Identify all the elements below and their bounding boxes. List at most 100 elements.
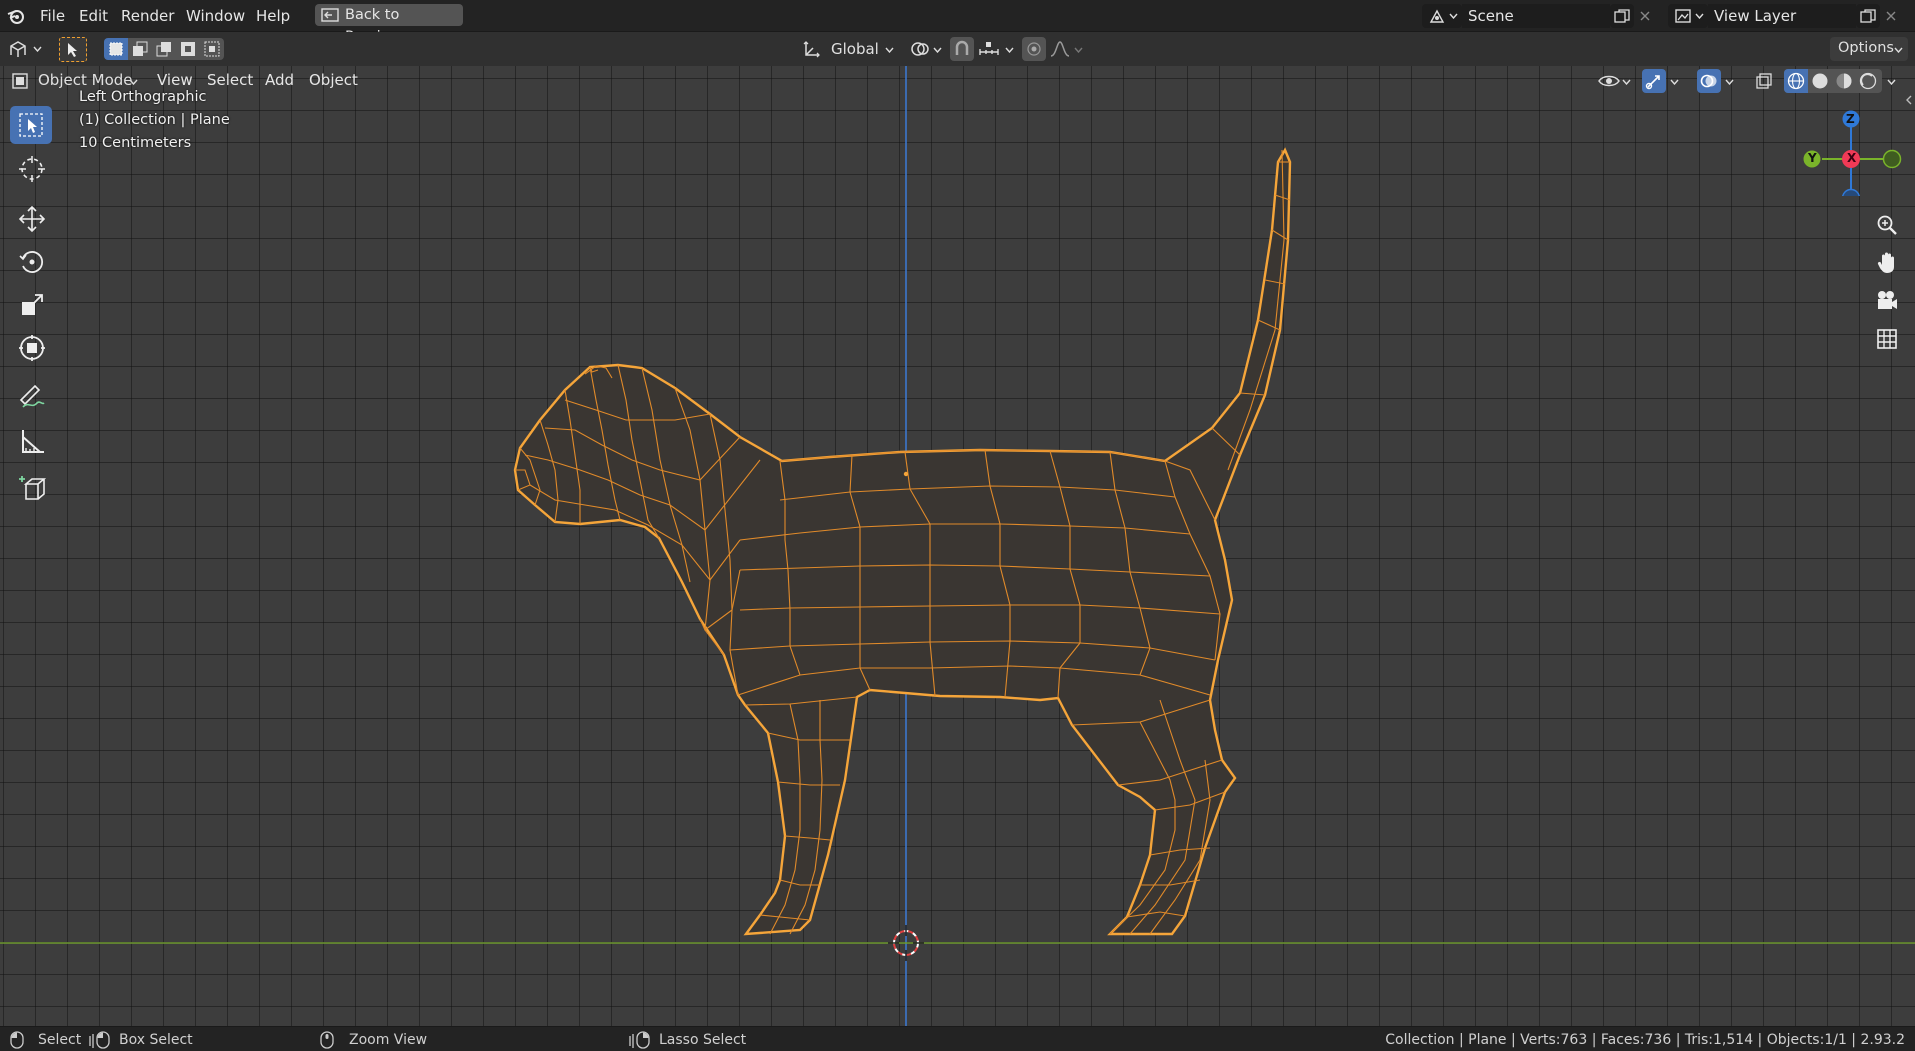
solid-sphere-icon — [1812, 73, 1828, 89]
object-mode-icon — [12, 73, 28, 89]
shading-solid-button[interactable] — [1808, 69, 1832, 93]
transform-orientation-dropdown[interactable]: Global — [800, 37, 898, 61]
select-mode-extend-button[interactable] — [128, 38, 152, 60]
tool-add-cube[interactable] — [10, 469, 52, 507]
view-layer-browse-button[interactable] — [1668, 4, 1708, 28]
shading-wireframe-button[interactable] — [1784, 69, 1808, 93]
proportional-falloff-dropdown[interactable] — [1048, 37, 1086, 61]
menu-file[interactable]: File — [40, 6, 65, 26]
status-box-select-hint: Box Select — [119, 1032, 193, 1048]
zoom-view-button[interactable] — [1872, 210, 1902, 240]
viewport-menu-object[interactable]: Object — [303, 68, 364, 92]
mouse-drag-right-icon — [629, 1031, 650, 1049]
shading-rendered-button[interactable] — [1856, 69, 1882, 93]
menu-help[interactable]: Help — [256, 6, 290, 26]
shading-dropdown[interactable] — [1884, 69, 1900, 93]
toolbar — [3, 106, 55, 582]
collection-info-text: (1) Collection | Plane — [79, 112, 230, 128]
select-difference-icon — [181, 42, 195, 56]
tool-annotate[interactable] — [10, 378, 52, 416]
chevron-down-icon — [1622, 79, 1631, 85]
magnet-icon — [955, 40, 969, 55]
3d-viewport[interactable]: Object Mode View Select Add Object Left … — [0, 66, 1915, 1026]
view-name-text: Left Orthographic — [79, 89, 207, 105]
chevron-down-icon — [933, 47, 942, 53]
select-mode-difference-button[interactable] — [176, 38, 200, 60]
proportional-editing-toggle[interactable] — [1022, 37, 1046, 61]
select-set-icon — [109, 42, 123, 56]
cursor-arrow-icon — [68, 43, 77, 57]
gizmo-icon — [1645, 75, 1660, 90]
overlays-toggle[interactable] — [1697, 69, 1721, 93]
chevron-down-icon — [1695, 13, 1704, 19]
tool-move[interactable] — [10, 200, 52, 238]
pivot-point-dropdown[interactable] — [908, 37, 944, 61]
gizmo-toggle[interactable] — [1642, 69, 1666, 93]
xray-toggle[interactable] — [1752, 69, 1776, 93]
wireframe-sphere-icon — [1787, 72, 1805, 90]
object-visibility-dropdown[interactable] — [1596, 68, 1632, 94]
viewport-menu-add[interactable]: Add — [259, 68, 300, 92]
status-bar: Select Box Select Zoom View Lasso Select… — [0, 1026, 1915, 1051]
menu-edit[interactable]: Edit — [79, 6, 108, 26]
chevron-down-icon — [1005, 47, 1014, 53]
gizmo-x-label: X — [1847, 151, 1857, 165]
options-dropdown[interactable]: Options — [1830, 37, 1908, 61]
select-mode-intersect-button[interactable] — [200, 38, 224, 60]
navigation-gizmo[interactable]: Z Y X — [1800, 106, 1906, 196]
proportional-edit-icon — [1027, 42, 1041, 56]
close-icon — [1640, 11, 1650, 21]
editor-type-button[interactable] — [6, 38, 44, 60]
select-mode-subtract-button[interactable] — [152, 38, 176, 60]
sidebar-toggle[interactable] — [1902, 92, 1914, 108]
tool-cursor[interactable] — [10, 150, 52, 188]
move-arrows-icon — [18, 205, 46, 233]
chevron-down-icon — [1670, 79, 1679, 85]
rendered-sphere-icon — [1859, 72, 1877, 90]
snap-target-dropdown[interactable] — [976, 37, 1016, 61]
close-icon — [1886, 11, 1896, 21]
toggle-perspective-button[interactable] — [1872, 324, 1902, 354]
gizmo-z-label: Z — [1846, 112, 1855, 126]
tool-transform[interactable] — [10, 329, 52, 367]
grid-icon — [1877, 329, 1897, 349]
xray-icon — [1756, 73, 1772, 89]
active-tool-button[interactable] — [59, 37, 87, 62]
chevron-down-icon — [129, 79, 138, 85]
select-mode-set-button[interactable] — [104, 38, 128, 60]
back-to-previous-button[interactable]: Back to Previous — [315, 4, 463, 45]
new-scene-button[interactable] — [1610, 4, 1634, 28]
chevron-down-icon — [1074, 47, 1083, 53]
menu-render[interactable]: Render — [121, 6, 174, 26]
scene-browse-button[interactable] — [1422, 4, 1462, 28]
chevron-down-icon — [1449, 13, 1458, 19]
delete-view-layer-button[interactable] — [1882, 4, 1902, 28]
mode-label: Object Mode — [38, 71, 133, 89]
select-subtract-icon — [156, 42, 171, 57]
delete-scene-button[interactable] — [1636, 4, 1656, 28]
selection-mode-group — [104, 38, 224, 60]
select-extend-icon — [133, 41, 148, 56]
tool-rotate[interactable] — [10, 243, 52, 281]
tool-select-box[interactable] — [10, 106, 52, 144]
overlays-dropdown[interactable] — [1722, 69, 1738, 93]
back-arrow-icon — [321, 8, 339, 22]
chevron-down-icon — [33, 46, 42, 52]
tool-measure[interactable] — [10, 422, 52, 460]
select-box-icon — [19, 113, 43, 137]
pan-view-button[interactable] — [1872, 248, 1902, 278]
camera-view-button[interactable] — [1872, 286, 1902, 316]
gizmo-dropdown[interactable] — [1667, 69, 1683, 93]
shading-material-button[interactable] — [1832, 69, 1856, 93]
viewport-menu-select[interactable]: Select — [201, 68, 259, 92]
scene-name-field[interactable]: Scene — [1462, 4, 1610, 28]
snap-toggle[interactable] — [950, 37, 974, 61]
tool-scale[interactable] — [10, 286, 52, 324]
scene-icon — [1429, 9, 1445, 23]
menu-window[interactable]: Window — [186, 6, 245, 26]
blender-logo-icon[interactable] — [6, 7, 26, 25]
transform-orientation-label: Global — [831, 40, 879, 58]
new-view-layer-button[interactable] — [1856, 4, 1880, 28]
scale-icon — [22, 294, 43, 315]
view-layer-name-field[interactable]: View Layer — [1708, 4, 1856, 28]
